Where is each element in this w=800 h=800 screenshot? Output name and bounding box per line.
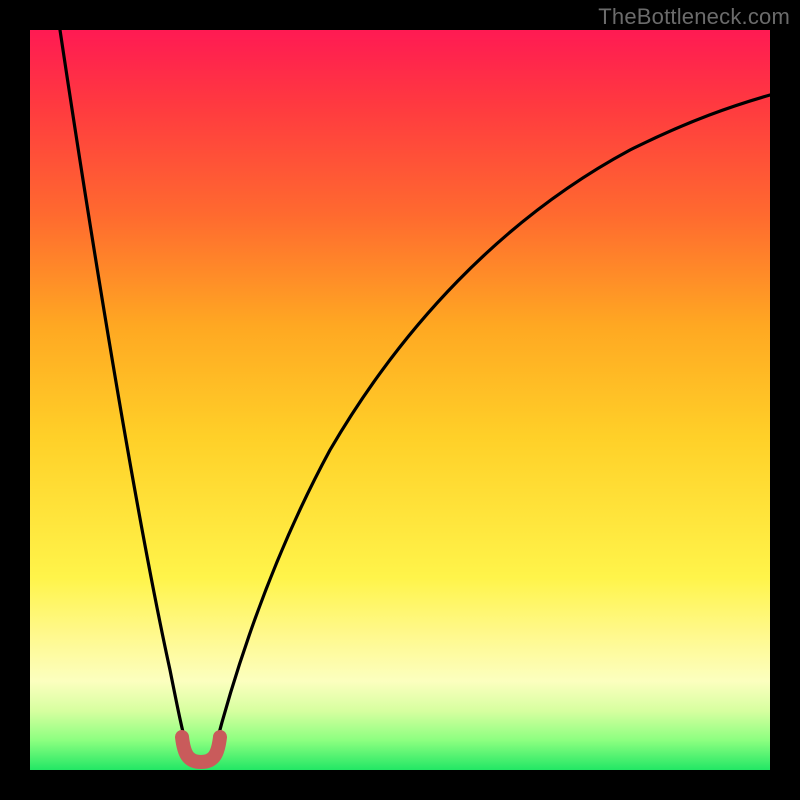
watermark-text: TheBottleneck.com xyxy=(598,4,790,30)
chart-svg xyxy=(30,30,770,770)
minimum-marker xyxy=(182,737,220,762)
chart-frame: TheBottleneck.com xyxy=(0,0,800,800)
curve-right-branch xyxy=(214,95,770,752)
curve-left-branch xyxy=(60,30,188,752)
